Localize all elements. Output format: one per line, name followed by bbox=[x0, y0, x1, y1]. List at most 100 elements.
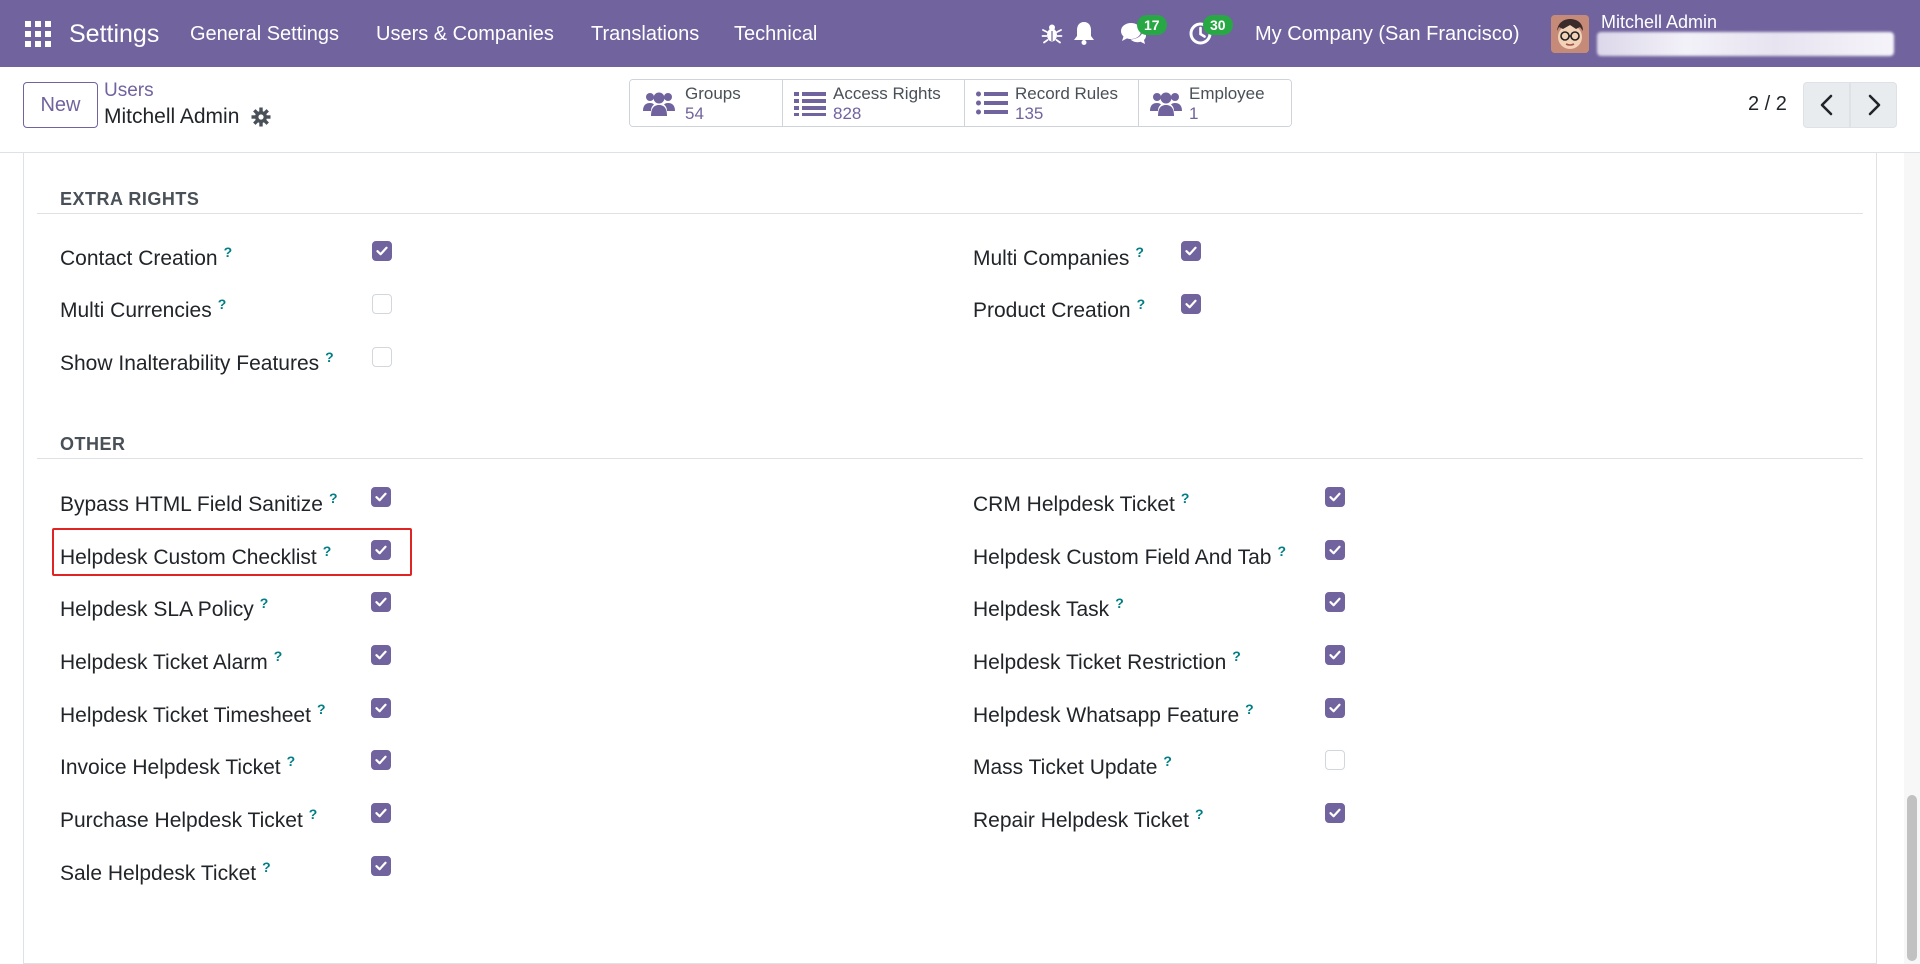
menu-users-companies[interactable]: Users & Companies bbox=[376, 21, 554, 47]
checkmark-icon bbox=[1329, 703, 1341, 713]
help-tooltip-icon[interactable]: ? bbox=[1137, 296, 1146, 312]
field-label-show-inalterability-features: Show Inalterability Features? bbox=[60, 349, 334, 375]
field-label-multi-currencies: Multi Currencies? bbox=[60, 296, 227, 322]
field-label-helpdesk-custom-field-and-tab: Helpdesk Custom Field And Tab? bbox=[973, 543, 1287, 569]
help-tooltip-icon[interactable]: ? bbox=[309, 806, 318, 822]
help-tooltip-icon[interactable]: ? bbox=[1277, 543, 1286, 559]
checkbox-sale-helpdesk-ticket[interactable] bbox=[371, 856, 391, 876]
checkmark-icon bbox=[1185, 299, 1197, 309]
checkmark-icon bbox=[375, 703, 387, 713]
checkmark-icon bbox=[1329, 545, 1341, 555]
checkbox-helpdesk-sla-policy[interactable] bbox=[371, 592, 391, 612]
checkmark-icon bbox=[375, 650, 387, 660]
checkbox-bypass-html-field-sanitize[interactable] bbox=[371, 487, 391, 507]
checkbox-purchase-helpdesk-ticket[interactable] bbox=[371, 803, 391, 823]
field-label-invoice-helpdesk-ticket: Invoice Helpdesk Ticket? bbox=[60, 753, 296, 779]
smart-button-access-rights[interactable]: Access Rights 828 bbox=[783, 80, 965, 126]
help-tooltip-icon[interactable]: ? bbox=[1181, 490, 1190, 506]
field-label-purchase-helpdesk-ticket: Purchase Helpdesk Ticket? bbox=[60, 806, 318, 832]
gear-icon[interactable] bbox=[251, 107, 271, 127]
new-record-button[interactable]: New bbox=[23, 82, 98, 128]
access-rights-count: 828 bbox=[833, 104, 862, 123]
help-tooltip-icon[interactable]: ? bbox=[287, 753, 296, 769]
field-label-helpdesk-ticket-alarm: Helpdesk Ticket Alarm? bbox=[60, 648, 283, 674]
breadcrumb-current-record: Mitchell Admin bbox=[104, 105, 240, 128]
field-label-mass-ticket-update: Mass Ticket Update? bbox=[973, 753, 1172, 779]
smart-button-groups[interactable]: Groups 54 bbox=[630, 80, 783, 126]
checkbox-helpdesk-ticket-alarm[interactable] bbox=[371, 645, 391, 665]
pager-next-button[interactable] bbox=[1850, 82, 1897, 128]
list-icon bbox=[793, 89, 827, 117]
help-tooltip-icon[interactable]: ? bbox=[1195, 806, 1204, 822]
help-tooltip-icon[interactable]: ? bbox=[329, 490, 338, 506]
help-tooltip-icon[interactable]: ? bbox=[274, 648, 283, 664]
pager-previous-button[interactable] bbox=[1803, 82, 1850, 128]
help-tooltip-icon[interactable]: ? bbox=[224, 244, 233, 260]
checkmark-icon bbox=[1329, 808, 1341, 818]
users-icon bbox=[642, 89, 676, 117]
field-label-helpdesk-sla-policy: Helpdesk SLA Policy? bbox=[60, 595, 269, 621]
checkbox-helpdesk-custom-checklist[interactable] bbox=[371, 540, 391, 560]
breadcrumb-users[interactable]: Users bbox=[104, 80, 154, 102]
help-tooltip-icon[interactable]: ? bbox=[218, 296, 227, 312]
smart-buttons: Groups 54 Access Rights 828 Record Rules… bbox=[629, 79, 1292, 127]
apps-menu-icon[interactable] bbox=[24, 20, 52, 48]
checkbox-multi-currencies[interactable] bbox=[372, 294, 392, 314]
menu-translations[interactable]: Translations bbox=[591, 21, 699, 47]
checkbox-contact-creation[interactable] bbox=[372, 241, 392, 261]
app-brand[interactable]: Settings bbox=[69, 18, 159, 50]
smart-button-employee[interactable]: Employee 1 bbox=[1139, 80, 1291, 126]
users-icon bbox=[1149, 89, 1183, 117]
section-divider bbox=[37, 213, 1863, 214]
help-tooltip-icon[interactable]: ? bbox=[262, 859, 271, 875]
checkbox-repair-helpdesk-ticket[interactable] bbox=[1325, 803, 1345, 823]
checkmark-icon bbox=[1329, 650, 1341, 660]
record-rules-count: 135 bbox=[1015, 104, 1044, 123]
scrollbar-thumb[interactable] bbox=[1907, 795, 1917, 961]
pager-value: 2 / 2 bbox=[1748, 93, 1787, 115]
help-tooltip-icon[interactable]: ? bbox=[1135, 244, 1144, 260]
checkbox-show-inalterability-features[interactable] bbox=[372, 347, 392, 367]
activity-count-badge: 30 bbox=[1203, 15, 1233, 35]
user-database-blurred bbox=[1597, 32, 1894, 56]
help-tooltip-icon[interactable]: ? bbox=[1232, 648, 1241, 664]
checkbox-helpdesk-custom-field-and-tab[interactable] bbox=[1325, 540, 1345, 560]
menu-general-settings[interactable]: General Settings bbox=[190, 21, 339, 47]
user-menu-name[interactable]: Mitchell Admin bbox=[1601, 11, 1717, 33]
checkbox-mass-ticket-update[interactable] bbox=[1325, 750, 1345, 770]
employee-label: Employee bbox=[1189, 84, 1265, 103]
checkbox-helpdesk-task[interactable] bbox=[1325, 592, 1345, 612]
field-label-crm-helpdesk-ticket: CRM Helpdesk Ticket? bbox=[973, 490, 1190, 516]
help-tooltip-icon[interactable]: ? bbox=[1115, 595, 1124, 611]
chevron-left-icon bbox=[1820, 94, 1832, 116]
help-tooltip-icon[interactable]: ? bbox=[325, 349, 334, 365]
checkmark-icon bbox=[1329, 597, 1341, 607]
help-tooltip-icon[interactable]: ? bbox=[317, 701, 326, 717]
checkbox-helpdesk-ticket-restriction[interactable] bbox=[1325, 645, 1345, 665]
checkmark-icon bbox=[376, 246, 388, 256]
checkbox-multi-companies[interactable] bbox=[1181, 241, 1201, 261]
menu-technical[interactable]: Technical bbox=[734, 21, 817, 47]
checkbox-product-creation[interactable] bbox=[1181, 294, 1201, 314]
user-avatar[interactable] bbox=[1551, 15, 1589, 53]
field-label-bypass-html-field-sanitize: Bypass HTML Field Sanitize? bbox=[60, 490, 338, 516]
checkmark-icon bbox=[1185, 246, 1197, 256]
help-tooltip-icon[interactable]: ? bbox=[260, 595, 269, 611]
notification-bell-icon[interactable] bbox=[1071, 20, 1097, 46]
chevron-right-icon bbox=[1868, 94, 1880, 116]
checkmark-icon bbox=[375, 861, 387, 871]
checkbox-helpdesk-ticket-timesheet[interactable] bbox=[371, 698, 391, 718]
help-tooltip-icon[interactable]: ? bbox=[1163, 753, 1172, 769]
company-switcher[interactable]: My Company (San Francisco) bbox=[1255, 21, 1520, 47]
checkbox-crm-helpdesk-ticket[interactable] bbox=[1325, 487, 1345, 507]
debug-bug-icon[interactable] bbox=[1041, 22, 1063, 44]
checkbox-helpdesk-whatsapp-feature[interactable] bbox=[1325, 698, 1345, 718]
help-tooltip-icon[interactable]: ? bbox=[1245, 701, 1254, 717]
checkbox-invoice-helpdesk-ticket[interactable] bbox=[371, 750, 391, 770]
employee-count: 1 bbox=[1189, 104, 1199, 123]
top-navbar: Settings General Settings Users & Compan… bbox=[0, 0, 1920, 67]
help-tooltip-icon[interactable]: ? bbox=[323, 543, 332, 559]
field-label-helpdesk-custom-checklist: Helpdesk Custom Checklist? bbox=[60, 543, 332, 569]
checkmark-icon bbox=[375, 597, 387, 607]
smart-button-record-rules[interactable]: Record Rules 135 bbox=[965, 80, 1139, 126]
